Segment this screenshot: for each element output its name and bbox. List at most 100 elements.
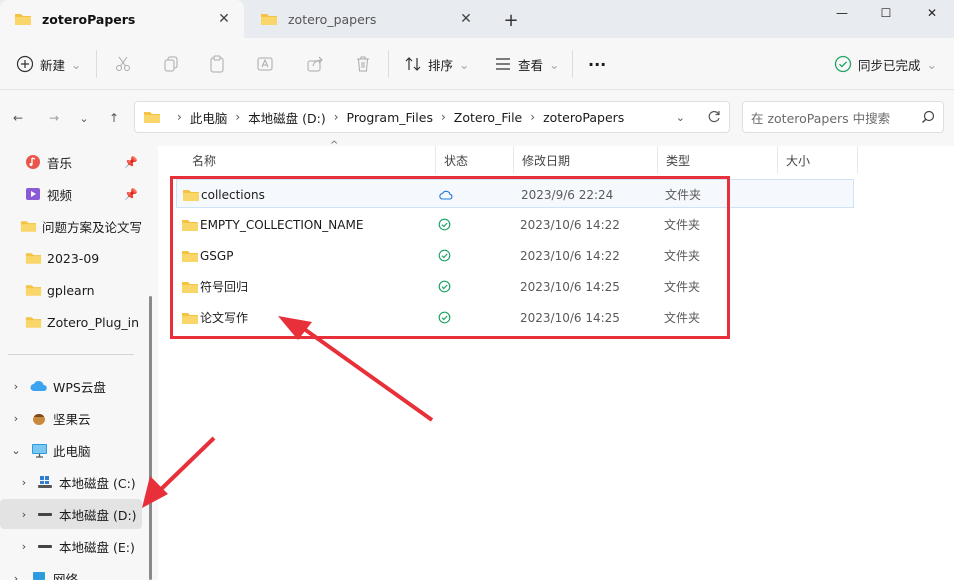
sidebar-item-folder[interactable]: gplearn — [0, 275, 142, 305]
tab-strip: zoteroPapers ✕ zotero_papers ✕ + — ☐ ✕ — [0, 0, 954, 38]
cut-button[interactable] — [114, 48, 132, 80]
maximize-button[interactable]: ☐ — [862, 0, 910, 26]
column-header-modified[interactable]: 修改日期 — [514, 146, 658, 174]
plus-circle-icon — [16, 55, 34, 73]
breadcrumb-chevron-icon: › — [177, 110, 182, 124]
column-size-label: 大小 — [786, 153, 811, 168]
drive-icon — [36, 505, 54, 523]
chevron-down-icon: ⌄ — [71, 56, 82, 72]
rename-icon — [257, 57, 273, 71]
sort-button[interactable]: 排序 ⌄ — [404, 48, 470, 80]
search-icon[interactable] — [921, 110, 935, 124]
sidebar-item-label: 音乐 — [47, 155, 73, 171]
sidebar-item-label: 网络 — [53, 571, 79, 580]
file-modified: 2023/10/6 14:22 — [520, 248, 620, 263]
sidebar-scrollbar[interactable] — [148, 146, 158, 580]
sidebar-item-video[interactable]: 视频 📌 — [0, 179, 142, 209]
column-header-status[interactable]: 状态 — [436, 146, 514, 174]
refresh-icon[interactable] — [707, 110, 721, 124]
breadcrumb-item[interactable]: Zotero_File — [454, 110, 522, 125]
file-name: 论文写作 — [200, 311, 249, 325]
column-header-name[interactable]: 名称 ^ — [184, 140, 436, 174]
clipboard-icon — [210, 55, 224, 73]
breadcrumb-chevron-icon: › — [235, 110, 241, 124]
sort-icon — [405, 57, 421, 71]
divider — [388, 50, 389, 78]
tab-zotero-papers[interactable]: zotero_papers ✕ — [246, 0, 486, 38]
tab-zoteroPapers[interactable]: zoteroPapers ✕ — [0, 0, 244, 38]
new-label: 新建 — [40, 57, 66, 73]
music-icon — [24, 153, 42, 171]
windows-drive-icon — [36, 473, 54, 491]
sidebar-item-label: 此电脑 — [53, 443, 91, 459]
sync-label: 同步已完成 — [858, 57, 921, 73]
chevron-right-icon[interactable]: › — [8, 572, 24, 580]
synced-check-icon — [438, 210, 451, 239]
file-modified: 2023/9/6 22:24 — [521, 187, 614, 202]
table-row[interactable]: collections 2023/9/6 22:24 文件夹 — [176, 179, 854, 208]
delete-button[interactable] — [354, 48, 372, 80]
copy-button[interactable] — [162, 48, 180, 80]
sidebar-item-this-pc[interactable]: ⌄ 此电脑 — [0, 435, 142, 465]
recent-locations-button[interactable]: ⌄ — [72, 106, 96, 130]
close-tab-icon[interactable]: ✕ — [456, 9, 476, 29]
minimize-button[interactable]: — — [818, 0, 866, 26]
file-name: GSGP — [200, 248, 234, 263]
chevron-right-icon[interactable]: › — [16, 476, 32, 489]
address-bar[interactable]: › 此电脑 › 本地磁盘 (D:) › Program_Files › Zote… — [134, 101, 730, 133]
view-button[interactable]: 查看 ⌄ — [494, 48, 560, 80]
forward-button[interactable]: → — [42, 106, 66, 130]
new-button[interactable]: 新建 ⌄ — [16, 48, 82, 80]
pin-icon[interactable]: 📌 — [124, 156, 138, 169]
sidebar-item-wps-cloud[interactable]: › WPS云盘 — [0, 371, 142, 401]
sidebar-item-music[interactable]: 音乐 📌 — [0, 147, 142, 177]
sidebar-item-folder[interactable]: 问题方案及论文写 — [0, 211, 142, 241]
file-type: 文件夹 — [664, 249, 701, 263]
folder-icon — [181, 303, 199, 332]
column-header-type[interactable]: 类型 — [658, 146, 778, 174]
sidebar-item-label: 问题方案及论文写 — [41, 219, 142, 235]
close-window-button[interactable]: ✕ — [908, 0, 954, 26]
paste-button[interactable] — [208, 48, 226, 80]
breadcrumb-item[interactable]: 此电脑 — [190, 108, 228, 127]
navigation-pane: 音乐 📌 视频 📌 问题方案及论文写 2023-09 gplearn Zoter… — [0, 146, 148, 580]
check-circle-icon — [834, 55, 852, 73]
share-button[interactable] — [306, 48, 324, 80]
more-options-button[interactable]: ··· — [588, 48, 606, 80]
sidebar-item-network[interactable]: › 网络 — [0, 563, 142, 580]
chevron-down-icon: ⌄ — [459, 56, 470, 72]
sidebar-item-jianguoyun[interactable]: › 坚果云 — [0, 403, 142, 433]
breadcrumb-item[interactable]: 本地磁盘 (D:) — [248, 108, 326, 127]
new-tab-button[interactable]: + — [500, 9, 522, 31]
pin-icon[interactable]: 📌 — [124, 188, 138, 201]
breadcrumb-item[interactable]: zoteroPapers — [543, 110, 624, 125]
chevron-right-icon[interactable]: › — [16, 508, 32, 521]
chevron-right-icon[interactable]: › — [16, 540, 32, 553]
sync-status-button[interactable]: 同步已完成 ⌄ — [834, 48, 937, 80]
scrollbar-thumb[interactable] — [149, 296, 152, 580]
table-row[interactable]: GSGP 2023/10/6 14:22 文件夹 — [176, 241, 854, 270]
table-row[interactable]: 论文写作 2023/10/6 14:25 文件夹 — [176, 303, 854, 332]
close-tab-icon[interactable]: ✕ — [214, 9, 234, 29]
search-box[interactable]: 在 zoteroPapers 中搜索 — [742, 101, 944, 133]
sidebar-item-folder[interactable]: Zotero_Plug_in — [0, 307, 142, 337]
folder-icon — [15, 14, 31, 25]
search-input[interactable]: 在 zoteroPapers 中搜索 — [751, 108, 921, 127]
breadcrumb-item[interactable]: Program_Files — [347, 110, 433, 125]
rename-button[interactable] — [256, 48, 274, 80]
file-name: 符号回归 — [200, 280, 249, 294]
column-header-size[interactable]: 大小 — [778, 146, 858, 174]
back-button[interactable]: ← — [6, 106, 30, 130]
history-dropdown-icon[interactable]: ⌄ — [676, 111, 685, 124]
sidebar-item-drive-e[interactable]: › 本地磁盘 (E:) — [0, 531, 142, 561]
up-button[interactable]: ↑ — [102, 106, 126, 130]
chevron-down-icon[interactable]: ⌄ — [8, 444, 24, 457]
sidebar-item-folder[interactable]: 2023-09 — [0, 243, 142, 273]
address-tail: ⌄ — [676, 102, 721, 132]
sidebar-item-drive-d[interactable]: › 本地磁盘 (D:) — [0, 499, 142, 529]
table-row[interactable]: 符号回归 2023/10/6 14:25 文件夹 — [176, 272, 854, 301]
chevron-right-icon[interactable]: › — [8, 412, 24, 425]
sidebar-item-drive-c[interactable]: › 本地磁盘 (C:) — [0, 467, 142, 497]
chevron-right-icon[interactable]: › — [8, 380, 24, 393]
table-row[interactable]: EMPTY_COLLECTION_NAME 2023/10/6 14:22 文件… — [176, 210, 854, 239]
